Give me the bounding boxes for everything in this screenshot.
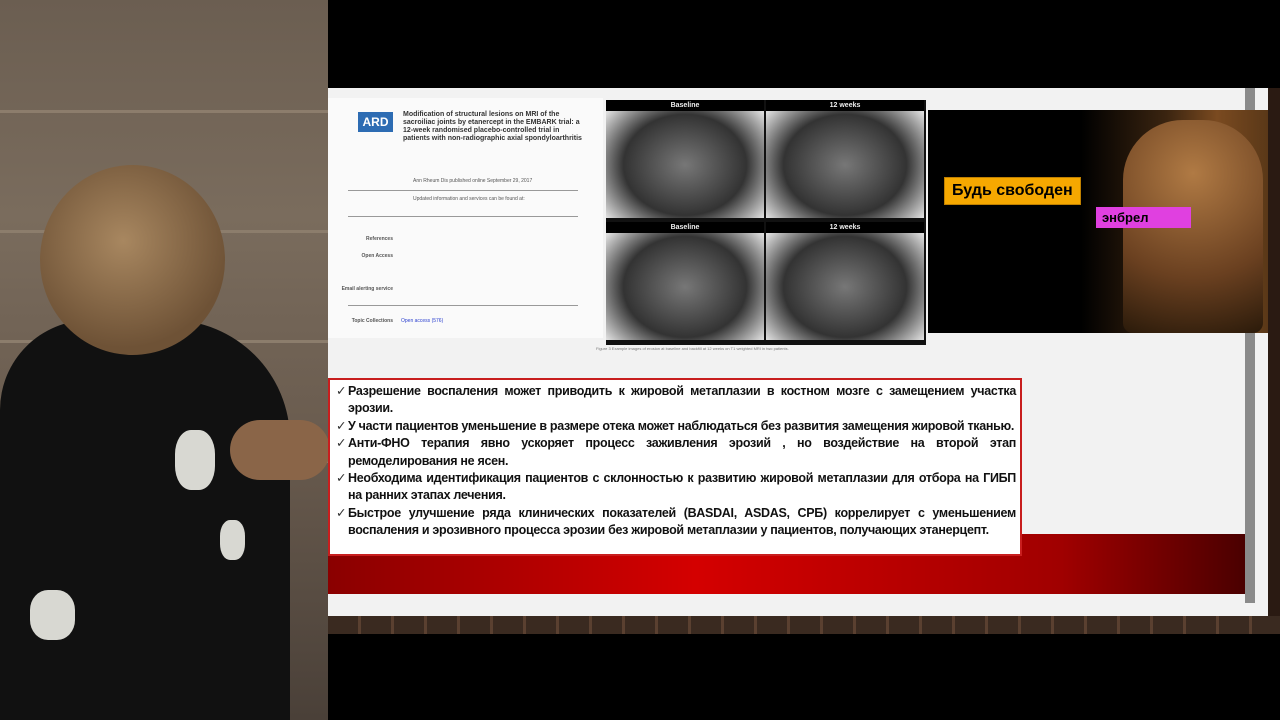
mri-baseline-2: Baseline — [606, 222, 764, 340]
check-icon: ✓ — [336, 471, 347, 486]
mri-caption: Figure 3 Example images of erosion at ba… — [596, 346, 789, 351]
open-access-label: Open Access — [361, 253, 394, 259]
email-label: Email alerting service — [341, 286, 393, 292]
topic-label: Topic Collections — [351, 318, 393, 324]
drug-label: энбрел — [1096, 207, 1191, 228]
mri-12weeks-2: 12 weeks — [766, 222, 924, 340]
slide-edge — [1268, 88, 1280, 616]
topic-row: Topic Collections Open access (576) — [338, 318, 588, 324]
bullet-item: ✓ Быстрое улучшение ряда клинических пока… — [336, 505, 1016, 540]
mri-figure: Baseline 12 weeks Baseline 12 weeks — [606, 100, 926, 345]
check-icon: ✓ — [336, 384, 347, 398]
slogan-label: Будь свободен — [944, 177, 1081, 205]
presentation-slide: ARD Modification of structural lesions o… — [328, 88, 1268, 616]
article-cover: ARD Modification of structural lesions o… — [328, 98, 603, 338]
mri-baseline-1: Baseline — [606, 100, 764, 218]
bullet-item: ✓ Необходима идентификация пациентов с ск… — [336, 470, 1016, 505]
bullet-item: ✓ У части пациентов уменьшение в размере … — [336, 418, 1016, 435]
references-label: References — [366, 236, 393, 242]
shirt-pattern — [175, 430, 215, 490]
divider — [348, 305, 578, 306]
divider — [348, 190, 578, 191]
ard-logo: ARD — [358, 112, 393, 132]
presenter-body — [0, 320, 290, 720]
divider — [348, 216, 578, 217]
wall-panel-line — [0, 110, 328, 113]
presenter-arm — [230, 420, 330, 480]
references-row: References — [338, 236, 588, 242]
brick-strip — [328, 616, 1280, 634]
article-title: Modification of structural lesions on MR… — [403, 111, 582, 142]
email-row: Email alerting service — [338, 286, 588, 292]
bullet-item: ✓ Анти-ФНО терапия явно ускоряет процесс … — [336, 435, 1016, 470]
mri-12weeks-1: 12 weeks — [766, 100, 924, 218]
open-access-row: Open Access — [338, 253, 588, 259]
check-icon: ✓ — [336, 436, 347, 451]
check-icon: ✓ — [336, 418, 347, 433]
presenter-head — [40, 165, 225, 355]
bullet-item: ✓ Разрешение воспаления может приводить к… — [336, 383, 1016, 418]
check-icon: ✓ — [336, 505, 347, 520]
movie-image: Будь свободен энбрел — [928, 110, 1268, 333]
topic-link: Open access (576) — [401, 318, 444, 324]
shirt-pattern — [220, 520, 245, 560]
room-background — [0, 0, 330, 720]
shirt-pattern — [30, 590, 75, 640]
bullet-list: ✓ Разрешение воспаления может приводить к… — [328, 378, 1022, 556]
